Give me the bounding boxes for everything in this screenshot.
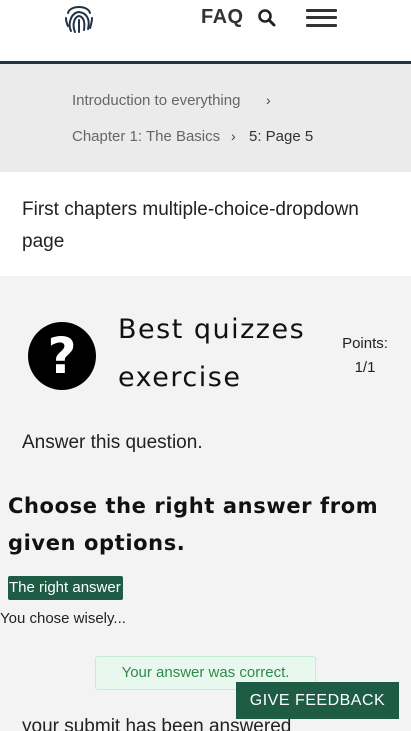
breadcrumb-item-course[interactable]: Introduction to everything — [72, 92, 240, 109]
question-text: Choose the right answer from given optio… — [8, 494, 379, 555]
breadcrumb-current-page: 5: Page 5 — [249, 128, 314, 145]
points-display: Points: 1/1 — [335, 332, 395, 380]
answer-feedback-text: You chose wisely... — [0, 610, 126, 627]
breadcrumb: Introduction to everything › Chapter 1: … — [0, 64, 411, 172]
breadcrumb-item-chapter[interactable]: Chapter 1: The Basics — [72, 128, 220, 145]
exercise-instruction: Answer this question. — [22, 432, 203, 453]
page-title-section: First chapters multiple-choice-dropdown … — [0, 172, 411, 276]
points-label: Points: — [342, 335, 388, 352]
selected-answer-dropdown[interactable]: The right answer — [8, 576, 123, 600]
give-feedback-button[interactable]: GIVE FEEDBACK — [236, 682, 399, 719]
faq-link[interactable]: FAQ — [201, 6, 244, 29]
search-icon[interactable] — [257, 8, 277, 28]
page-title: First chapters multiple-choice-dropdown … — [22, 199, 359, 252]
breadcrumb-separator: › — [231, 128, 236, 144]
points-value: 1/1 — [354, 359, 376, 376]
breadcrumb-separator: › — [266, 92, 271, 108]
question-mark-icon: ? — [28, 322, 96, 390]
hamburger-menu-icon[interactable] — [306, 8, 337, 28]
exercise-panel: ? Best quizzes exercise Points: 1/1 Answ… — [0, 276, 411, 731]
fingerprint-icon[interactable] — [62, 1, 96, 33]
site-header: FAQ — [0, 0, 411, 64]
exercise-title: Best quizzes exercise — [118, 314, 306, 393]
